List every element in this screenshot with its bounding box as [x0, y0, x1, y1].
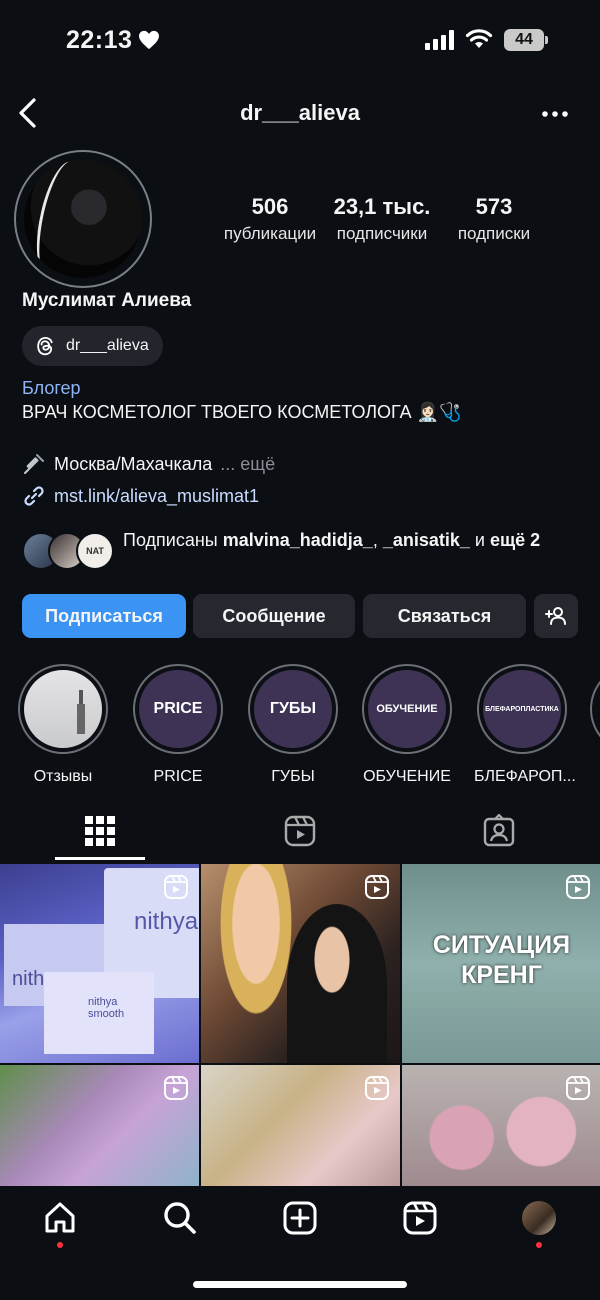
profile-category: Блогер [22, 378, 81, 398]
create-post-icon[interactable] [282, 1200, 318, 1236]
profile-avatar-icon[interactable] [522, 1201, 556, 1235]
tagged-tab-icon[interactable] [482, 814, 516, 848]
status-bar: 22:13 44 [0, 0, 600, 80]
message-button[interactable]: Сообщение [193, 594, 355, 638]
post-tile-5[interactable] [201, 1065, 400, 1186]
highlight-reviews-caption: Отзывы [33, 768, 93, 785]
search-icon[interactable] [162, 1200, 198, 1236]
bio-more-link[interactable]: ... ещё [220, 454, 275, 475]
highlight-partial-ring [590, 664, 600, 754]
reel-badge-icon [566, 1076, 590, 1100]
more-options-icon[interactable] [540, 104, 570, 124]
stat-posts[interactable]: 506 публикации [218, 194, 322, 244]
highlight-price[interactable]: PRICE PRICE [130, 664, 226, 786]
highlight-training-cover: ОБУЧЕНИЕ [368, 670, 446, 748]
page-title: dr___alieva [240, 100, 360, 125]
mutual-avatar-3: NAT [76, 532, 114, 570]
home-indicator [193, 1281, 407, 1288]
reel-badge-icon [164, 875, 188, 899]
stat-posts-value: 506 [251, 194, 289, 219]
reel-badge-icon [566, 875, 590, 899]
full-name: Муслимат Алиева [22, 290, 192, 311]
post-tile-1-brand: nithya [134, 908, 199, 935]
profile-location[interactable]: Москва/Махачкала ... ещё [22, 452, 275, 476]
followed-by-text[interactable]: Подписаны malvina_hadidja_, _anisatik_ и… [123, 528, 583, 553]
highlight-blepharoplasty[interactable]: БЛЕФАРОПЛАСТИКА БЛЕФАРОП... [474, 664, 576, 786]
threads-badge[interactable]: dr___alieva [22, 326, 163, 366]
highlight-blepharoplasty-cover: БЛЕФАРОПЛАСТИКА [483, 670, 561, 748]
post-tile-1-box3: nithya smooth [44, 972, 154, 1054]
stat-followers[interactable]: 23,1 тыс. подписчики [328, 194, 436, 244]
highlight-lips[interactable]: ГУБЫ ГУБЫ [245, 664, 341, 786]
post-tile-6[interactable] [402, 1065, 600, 1186]
reel-badge-icon [164, 1076, 188, 1100]
highlight-partial[interactable] [590, 664, 600, 754]
reels-icon[interactable] [402, 1200, 438, 1236]
post-tile-2-woman [287, 904, 387, 1063]
highlight-lips-caption: ГУБЫ [271, 768, 315, 785]
highlight-price-ring: PRICE [133, 664, 223, 754]
home-icon[interactable] [42, 1200, 78, 1236]
profile-notification-dot [536, 1242, 542, 1248]
stat-following-label: подписки [457, 224, 531, 243]
highlight-lips-ring: ГУБЫ [248, 664, 338, 754]
avatar[interactable] [24, 160, 142, 278]
post-tile-1[interactable]: nithya nithya nithya smooth [0, 864, 199, 1063]
battery-indicator: 44 [504, 29, 544, 51]
tower-icon [77, 690, 85, 734]
followed-by-and: и [469, 530, 490, 550]
contact-button[interactable]: Связаться [363, 594, 526, 638]
followed-by-more: ещё 2 [489, 530, 541, 550]
reel-badge-icon [365, 1076, 389, 1100]
stat-posts-label: публикации [223, 224, 317, 243]
mutual-followers-avatars[interactable]: NAT [22, 532, 114, 572]
stat-following-value: 573 [475, 194, 513, 219]
post-tile-3-caption: СИТУАЦИЯ КРЕНГ [432, 931, 571, 989]
highlight-blepharoplasty-ring: БЛЕФАРОПЛАСТИКА [477, 664, 567, 754]
syringe-icon [24, 454, 44, 474]
followed-by-separator: , [372, 530, 383, 550]
highlight-price-cover: PRICE [139, 670, 217, 748]
highlight-reviews[interactable]: Отзывы [15, 664, 111, 786]
followed-by-user-2: _anisatik_ [382, 530, 470, 550]
highlight-price-caption: PRICE [153, 768, 203, 785]
highlight-reviews-cover [24, 670, 102, 748]
mutual-avatar-3-text: NAT [86, 546, 104, 556]
post-tile-3[interactable]: СИТУАЦИЯ КРЕНГ [402, 864, 600, 1063]
home-notification-dot [57, 1242, 63, 1248]
threads-handle: dr___alieva [66, 337, 149, 354]
highlight-lips-cover: ГУБЫ [254, 670, 332, 748]
highlight-training-caption: ОБУЧЕНИЕ [363, 768, 451, 785]
highlight-training[interactable]: ОБУЧЕНИЕ ОБУЧЕНИЕ [359, 664, 455, 786]
highlight-reviews-ring [18, 664, 108, 754]
reels-tab-icon[interactable] [283, 814, 317, 848]
post-tile-1-brand-2: nithya smooth [88, 996, 125, 1020]
battery-tip [545, 36, 548, 44]
post-tile-4[interactable] [0, 1065, 199, 1186]
link-text: mst.link/alieva_muslimat1 [54, 485, 260, 506]
signal-icon [425, 30, 454, 50]
highlight-blepharoplasty-caption: БЛЕФАРОП... [474, 768, 576, 785]
stat-followers-label: подписчики [336, 224, 428, 243]
link-icon [24, 486, 44, 506]
suggested-users-button[interactable] [534, 594, 578, 638]
location-text: Москва/Махачкала [54, 453, 213, 474]
status-time: 22:13 [66, 26, 133, 54]
highlight-training-ring: ОБУЧЕНИЕ [362, 664, 452, 754]
follow-button[interactable]: Подписаться [22, 594, 186, 638]
grid-tab-icon[interactable] [83, 814, 117, 848]
reel-badge-icon [365, 875, 389, 899]
followed-by-prefix: Подписаны [123, 530, 223, 550]
followed-by-user-1: malvina_hadidja_ [222, 530, 373, 550]
post-tile-2[interactable] [201, 864, 400, 1063]
profile-bio: ВРАЧ КОСМЕТОЛОГ ТВОЕГО КОСМЕТОЛОГА 👩🏻‍⚕️… [22, 402, 462, 422]
stat-followers-value: 23,1 тыс. [333, 194, 431, 219]
threads-icon [37, 337, 53, 356]
active-tab-indicator [55, 857, 145, 860]
heart-icon [139, 30, 159, 50]
add-person-icon [545, 607, 566, 625]
stat-following[interactable]: 573 подписки [444, 194, 544, 244]
wifi-icon [465, 29, 493, 48]
profile-link[interactable]: mst.link/alieva_muslimat1 [22, 484, 259, 508]
